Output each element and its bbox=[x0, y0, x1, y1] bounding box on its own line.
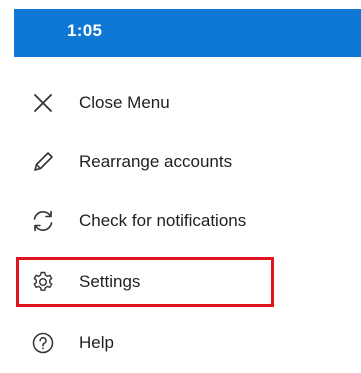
menu-item-help[interactable]: Help bbox=[30, 323, 350, 363]
status-time: 1:05 bbox=[67, 21, 103, 40]
menu-item-label: Help bbox=[79, 333, 114, 352]
status-bar: 1:05 bbox=[14, 9, 361, 57]
gear-icon bbox=[30, 269, 56, 295]
close-icon bbox=[30, 90, 56, 116]
menu-item-close-menu[interactable]: Close Menu bbox=[30, 83, 350, 123]
menu-item-label: Settings bbox=[79, 272, 141, 291]
menu-item-label: Close Menu bbox=[79, 93, 170, 112]
menu-item-rearrange-accounts[interactable]: Rearrange accounts bbox=[30, 142, 350, 182]
pencil-icon bbox=[30, 149, 56, 175]
menu-item-label: Rearrange accounts bbox=[79, 152, 233, 171]
help-icon bbox=[30, 330, 56, 356]
menu-item-settings[interactable]: Settings bbox=[30, 262, 350, 302]
menu-item-label: Check for notifications bbox=[79, 211, 247, 230]
menu-item-check-notifications[interactable]: Check for notifications bbox=[30, 201, 350, 241]
refresh-icon bbox=[30, 208, 56, 234]
menu-screen: 1:05 Close Menu Rearrange accounts Check… bbox=[0, 0, 361, 373]
